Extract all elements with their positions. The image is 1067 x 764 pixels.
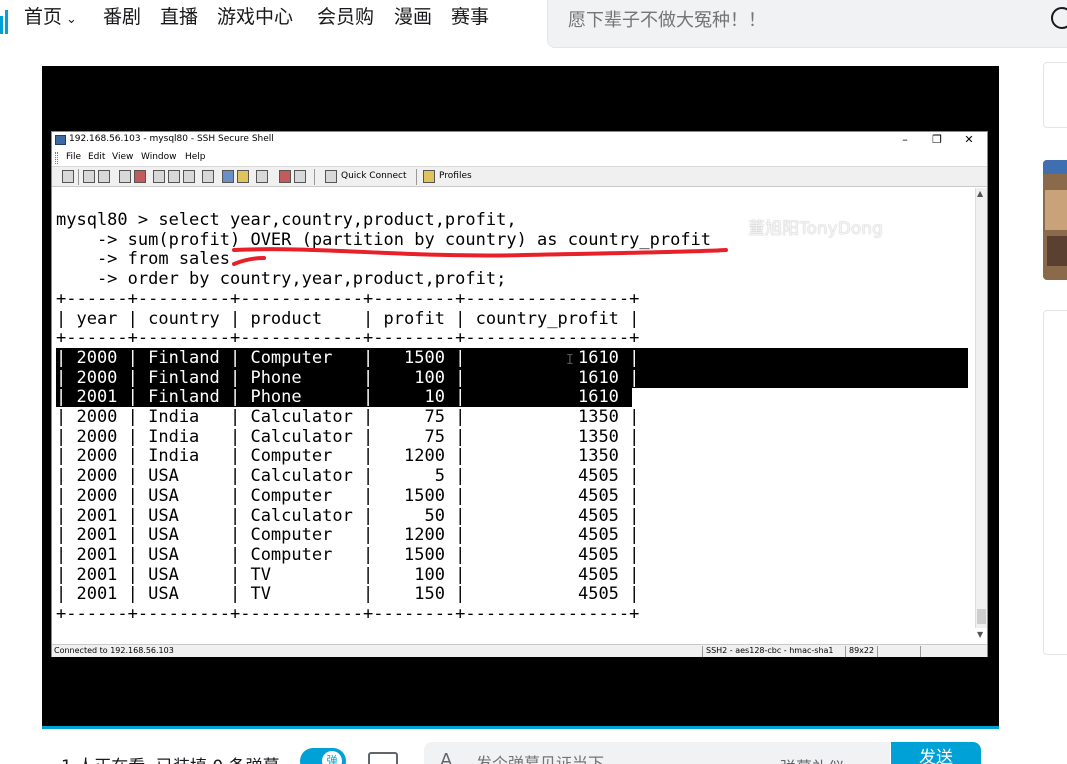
maximize-icon[interactable]: ❐ bbox=[920, 132, 954, 149]
status-divider bbox=[702, 646, 703, 657]
page-root: 首页⌄ 番剧 直播 游戏中心 会员购 漫画 赛事 192.168.56.103 … bbox=[0, 0, 1067, 764]
danmaku-toggle[interactable]: 弹 bbox=[300, 748, 346, 764]
rail-card[interactable] bbox=[1043, 62, 1067, 128]
danmaku-etiquette-link[interactable]: 弹幕礼仪 › bbox=[780, 754, 856, 764]
settings-icon[interactable] bbox=[256, 170, 268, 183]
rail-panel bbox=[1043, 310, 1067, 655]
menu-grip-icon bbox=[55, 152, 58, 164]
help-icon[interactable] bbox=[294, 170, 306, 183]
quick-connect-icon[interactable] bbox=[325, 170, 337, 183]
ssh-titlebar: 192.168.56.103 - mysql80 - SSH Secure Sh… bbox=[52, 132, 987, 149]
status-size: 89x22 bbox=[849, 646, 875, 655]
uploader-watermark: 董旭阳TonyDong bbox=[748, 219, 883, 239]
new-file-transfer-icon[interactable] bbox=[134, 170, 146, 183]
nav-home-label: 首页 bbox=[24, 6, 63, 28]
profiles-button[interactable]: Profiles bbox=[439, 171, 472, 181]
danmaku-send-button[interactable]: 发送 bbox=[891, 742, 981, 764]
text-cursor-icon: I bbox=[566, 353, 574, 368]
menu-edit[interactable]: Edit bbox=[88, 152, 105, 162]
nav-item-home[interactable]: 首页 ⌄ bbox=[24, 5, 77, 32]
nav-item-game-center[interactable]: 游戏中心 bbox=[217, 5, 293, 29]
scroll-up-icon[interactable]: ▲ bbox=[977, 189, 983, 198]
danmaku-input[interactable] bbox=[476, 752, 716, 764]
profiles-folder-icon[interactable] bbox=[423, 170, 435, 183]
find-icon[interactable] bbox=[202, 170, 214, 183]
search-icon[interactable] bbox=[1051, 7, 1067, 29]
copy-icon[interactable] bbox=[153, 170, 165, 183]
folder-icon[interactable] bbox=[237, 170, 249, 183]
ssh-toolbar: Quick Connect Profiles bbox=[52, 167, 987, 187]
nav-item-esports[interactable]: 赛事 bbox=[451, 5, 489, 29]
status-divider bbox=[877, 646, 878, 657]
nav-item-bangumi[interactable]: 番剧 bbox=[103, 5, 141, 29]
status-connected: Connected to 192.168.56.103 bbox=[54, 646, 174, 655]
toolbar-divider bbox=[416, 169, 417, 185]
danmaku-input-wrap: A 弹幕礼仪 › bbox=[424, 742, 890, 764]
nav-item-live[interactable]: 直播 bbox=[160, 5, 198, 29]
search-input[interactable] bbox=[568, 6, 1028, 34]
chevron-down-icon: ⌄ bbox=[66, 12, 77, 27]
ssh-window: 192.168.56.103 - mysql80 - SSH Secure Sh… bbox=[51, 131, 988, 657]
menu-help[interactable]: Help bbox=[185, 152, 206, 162]
scrollbar-thumb[interactable] bbox=[977, 609, 986, 624]
status-cipher: SSH2 - aes128-cbc - hmac-sha1 bbox=[706, 646, 834, 655]
terminal-icon bbox=[55, 135, 66, 145]
nav-item-manga[interactable]: 漫画 bbox=[394, 5, 432, 29]
terminal-output[interactable]: mysql80 > select year,country,product,pr… bbox=[54, 188, 975, 628]
nav-item-mall[interactable]: 会员购 bbox=[317, 5, 374, 29]
bilibili-logo-icon[interactable] bbox=[0, 8, 8, 34]
red-annotation-underline bbox=[232, 247, 728, 266]
close-icon[interactable]: ✕ bbox=[952, 132, 986, 149]
toolbar-divider bbox=[78, 169, 79, 185]
paste-icon[interactable] bbox=[168, 170, 180, 183]
viewer-count: 1 人正在看, 已装填 0 条弹幕 bbox=[61, 752, 280, 764]
terminal-scrollbar[interactable]: ▲ ▼ bbox=[975, 188, 987, 639]
minimize-icon[interactable]: – bbox=[888, 132, 922, 149]
print-icon[interactable] bbox=[83, 170, 95, 183]
status-divider bbox=[920, 646, 921, 657]
top-navigation: 首页 ⌄ 番剧 直播 游戏中心 会员购 漫画 赛事 bbox=[0, 0, 1067, 62]
new-terminal-icon[interactable] bbox=[119, 170, 131, 183]
scroll-down-icon[interactable]: ▼ bbox=[977, 630, 983, 639]
danmaku-settings-icon[interactable] bbox=[368, 752, 398, 764]
search-bar bbox=[547, 0, 1067, 48]
status-divider bbox=[845, 646, 846, 657]
ssh-title: 192.168.56.103 - mysql80 - SSH Secure Sh… bbox=[69, 134, 274, 144]
ssh-statusbar: Connected to 192.168.56.103 SSH2 - aes12… bbox=[52, 644, 987, 657]
menu-file[interactable]: File bbox=[66, 152, 81, 162]
video-progress-bar[interactable] bbox=[42, 726, 999, 729]
host-keys-icon[interactable] bbox=[279, 170, 291, 183]
toolbar-divider bbox=[314, 169, 315, 185]
paste-special-icon[interactable] bbox=[183, 170, 195, 183]
menu-window[interactable]: Window bbox=[141, 152, 177, 162]
file-transfer-icon[interactable] bbox=[222, 170, 234, 183]
rail-video-thumbnail[interactable] bbox=[1043, 160, 1067, 280]
save-icon[interactable] bbox=[62, 170, 74, 183]
quick-connect-button[interactable]: Quick Connect bbox=[341, 171, 407, 181]
danmaku-style-icon[interactable]: A bbox=[440, 750, 452, 764]
danmaku-toggle-knob: 弹 bbox=[322, 751, 342, 764]
print-preview-icon[interactable] bbox=[98, 170, 110, 183]
player-bottom-bar: 1 人正在看, 已装填 0 条弹幕 弹 A 弹幕礼仪 › 发送 bbox=[42, 738, 1002, 764]
menu-view[interactable]: View bbox=[112, 152, 133, 162]
ssh-menubar: File Edit View Window Help bbox=[52, 149, 987, 167]
